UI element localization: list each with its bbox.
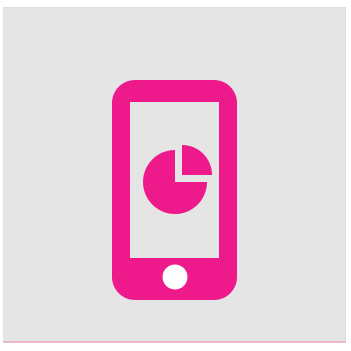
pie-chart-icon [143, 145, 212, 214]
smartphone-pie-chart-icon [112, 80, 237, 300]
home-button-icon [162, 264, 188, 290]
